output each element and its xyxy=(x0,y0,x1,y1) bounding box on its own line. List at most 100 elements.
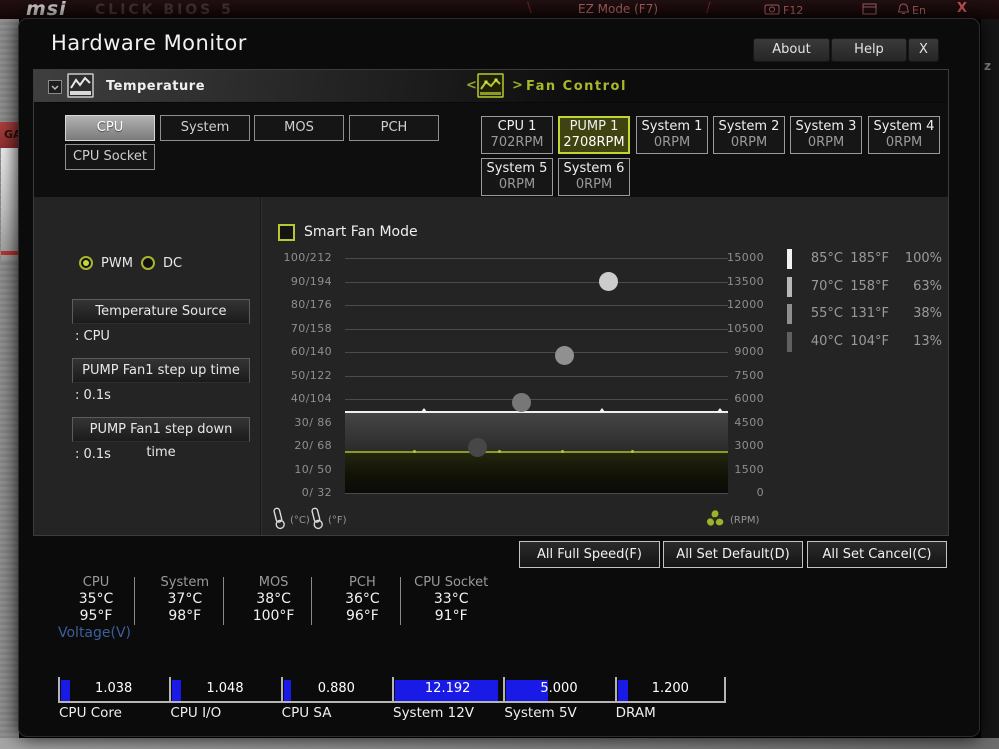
curve-temp-c: 85°C xyxy=(810,251,843,266)
fan-button-system-5[interactable]: System 5 0RPM xyxy=(481,158,553,196)
curve-temp-f: 158°F xyxy=(850,278,889,294)
fan-name: System 6 xyxy=(563,161,625,176)
fan-rpm-value: 0RPM xyxy=(498,177,536,192)
temp-line-notch xyxy=(716,408,723,412)
temp-axis-label: 10/ 50 xyxy=(294,463,332,476)
smart-fan-mode-checkbox[interactable] xyxy=(278,224,295,241)
setting-button-2[interactable]: PUMP Fan1 step down time xyxy=(72,417,250,460)
pwm-label: PWM xyxy=(101,256,133,271)
fan-curve-point-38pct[interactable] xyxy=(511,392,531,412)
fan-next-arrow[interactable]: > xyxy=(512,78,523,93)
decorative-slash: \ xyxy=(527,0,532,16)
fan-curve-point-13pct[interactable] xyxy=(467,438,487,458)
curve-temp-f: 131°F xyxy=(850,306,889,322)
language-button: En xyxy=(912,4,926,17)
setting-button-1[interactable]: PUMP Fan1 step up time xyxy=(72,358,250,383)
fan-curve-point-63pct[interactable] xyxy=(554,345,574,365)
readout-label: MOS xyxy=(258,575,289,590)
rpm-line-dot xyxy=(412,450,416,453)
curve-temp-c: 55°C xyxy=(810,306,843,322)
temperature-tab-pch[interactable]: PCH xyxy=(349,115,439,141)
voltage-value: 1.038 xyxy=(95,681,133,696)
curve-row-bar xyxy=(787,304,792,325)
bios-left-edge: GA xyxy=(0,19,22,738)
action-button-all-set-default-d-[interactable]: All Set Default(D) xyxy=(663,541,803,568)
bios-bottom-edge xyxy=(0,738,999,749)
fan-rpm-value: 0RPM xyxy=(730,135,768,150)
fan-button-system-2[interactable]: System 2 0RPM xyxy=(713,116,785,154)
collapse-toggle-icon[interactable] xyxy=(48,80,62,94)
fan-button-system-1[interactable]: System 1 0RPM xyxy=(636,116,708,154)
temperature-tab-mos[interactable]: MOS xyxy=(254,115,344,141)
temperature-tab-system[interactable]: System xyxy=(160,115,250,141)
readout-label: System xyxy=(160,575,210,590)
temp-line-notch xyxy=(420,408,427,412)
readout-label: PCH xyxy=(349,575,376,590)
dialog-tab-x[interactable]: X xyxy=(908,38,939,62)
readout-fahrenheit: 96°F xyxy=(345,608,379,624)
dialog-tab-help[interactable]: Help xyxy=(831,38,907,62)
fan-button-pump-1[interactable]: PUMP 1 2708RPM xyxy=(558,116,630,154)
fan-button-cpu-1[interactable]: CPU 1 702RPM xyxy=(481,116,553,154)
setting-value-1: : 0.1s xyxy=(75,388,111,403)
fan-rpm-value: 0RPM xyxy=(653,135,691,150)
fan-rpm-value: 0RPM xyxy=(575,177,613,192)
action-button-all-set-cancel-c-[interactable]: All Set Cancel(C) xyxy=(807,541,947,568)
decorative-slash: / xyxy=(706,0,711,16)
fan-button-system-3[interactable]: System 3 0RPM xyxy=(790,116,862,154)
readout-divider xyxy=(311,577,313,625)
temp-readout-system: System 37°C 98°F xyxy=(138,575,232,625)
game-boost-band: GA xyxy=(0,122,22,148)
voltage-label: System 5V xyxy=(504,705,577,721)
fan-curve-row: 85°C 185°F 100% xyxy=(779,249,944,269)
ez-mode-button: EZ Mode (F7) xyxy=(578,2,659,16)
msi-logo: msi xyxy=(26,0,67,20)
setting-value-2: : 0.1s xyxy=(75,447,111,462)
temperature-tab-cpu[interactable]: CPU xyxy=(65,115,155,141)
dc-label: DC xyxy=(163,256,183,271)
temperature-section-label: Temperature xyxy=(106,79,206,94)
readout-divider xyxy=(133,577,135,625)
setting-button-0[interactable]: Temperature Source xyxy=(72,299,250,324)
chart-gridline xyxy=(345,258,728,259)
fan-prev-arrow[interactable]: < xyxy=(466,78,477,93)
dc-radio[interactable] xyxy=(141,256,155,270)
screenshot-camera-icon xyxy=(764,4,780,15)
knob-mark xyxy=(1,251,18,255)
gauge-end-tick xyxy=(724,677,726,703)
fan-name: System 4 xyxy=(873,119,935,134)
readout-divider xyxy=(222,577,224,625)
fan-control-graph-icon xyxy=(477,73,504,98)
voltage-label: CPU I/O xyxy=(170,705,222,721)
voltage-section-title: Voltage(V) xyxy=(58,625,132,641)
voltage-value: 0.880 xyxy=(317,681,355,696)
fan-name: System 3 xyxy=(795,119,857,134)
bell-icon xyxy=(898,3,909,14)
area-under-rpm-line xyxy=(345,453,728,493)
fan-curve-row: 40°C 104°F 13% xyxy=(779,331,944,352)
pwm-radio[interactable] xyxy=(79,256,93,270)
curve-temp-f: 104°F xyxy=(850,333,889,349)
chart-gridline xyxy=(345,329,728,330)
fan-curve-point-100pct[interactable] xyxy=(599,272,619,291)
rpm-line-dot xyxy=(630,450,634,453)
temp-line-notch xyxy=(598,408,605,412)
temp-readout-cpu-socket: CPU Socket 33°C 91°F xyxy=(404,575,498,625)
voltage-label: CPU SA xyxy=(281,705,332,721)
action-button-all-full-speed-f-[interactable]: All Full Speed(F) xyxy=(519,541,660,568)
fan-button-system-6[interactable]: System 6 0RPM xyxy=(558,158,630,196)
curve-percent: 13% xyxy=(913,333,942,349)
hardware-monitor-dialog: Hardware Monitor About Help X Temperature … xyxy=(18,18,980,737)
readout-fahrenheit: 100°F xyxy=(252,608,295,624)
area-under-temp-line xyxy=(345,413,728,451)
temp-readout-cpu: CPU 35°C 95°F xyxy=(49,575,143,625)
readout-celsius: 38°C xyxy=(256,591,291,607)
fan-button-system-4[interactable]: System 4 0RPM xyxy=(868,116,940,154)
temperature-tab-cpu-socket[interactable]: CPU Socket xyxy=(65,144,155,170)
curve-percent: 63% xyxy=(913,278,942,294)
rpm-line-dot xyxy=(497,450,501,453)
dialog-tab-about[interactable]: About xyxy=(753,38,830,62)
readout-fahrenheit: 91°F xyxy=(434,608,468,624)
temp-readout-pch: PCH 36°C 96°F xyxy=(315,575,409,625)
pwm-radio-dot xyxy=(83,260,89,266)
